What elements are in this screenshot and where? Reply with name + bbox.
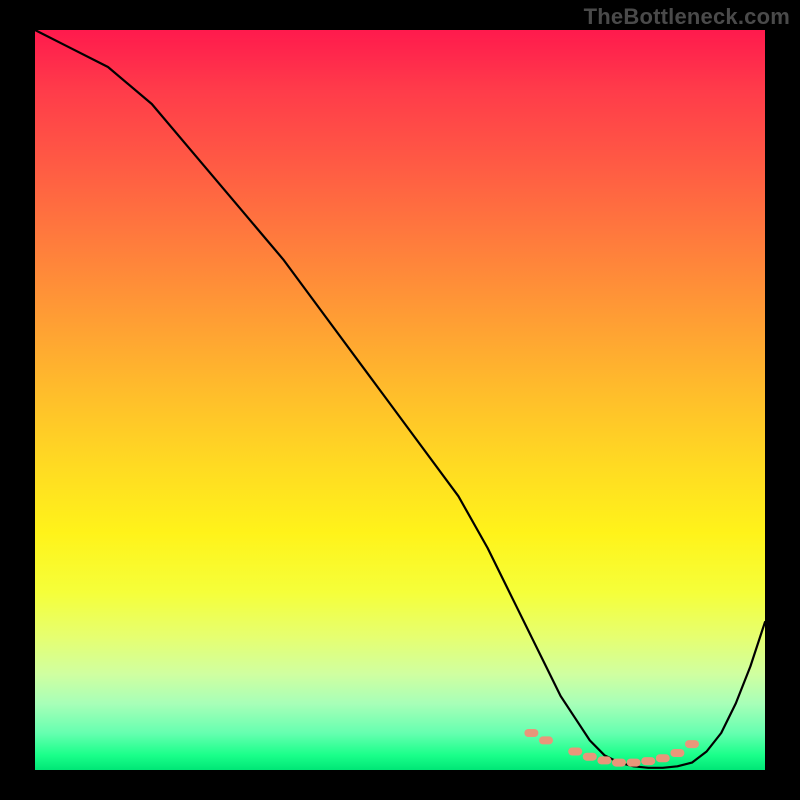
watermark-text: TheBottleneck.com: [584, 4, 790, 30]
highlight-marker: [539, 736, 553, 744]
highlight-marker: [670, 749, 684, 757]
highlight-marker: [656, 754, 670, 762]
curve-svg: [35, 30, 765, 770]
highlight-markers: [524, 729, 699, 767]
plot-area: [35, 30, 765, 770]
highlight-marker: [524, 729, 538, 737]
chart-frame: TheBottleneck.com: [0, 0, 800, 800]
highlight-marker: [641, 757, 655, 765]
bottleneck-curve-path: [35, 30, 765, 768]
highlight-marker: [597, 756, 611, 764]
highlight-marker: [568, 748, 582, 756]
highlight-marker: [685, 740, 699, 748]
highlight-marker: [583, 753, 597, 761]
highlight-marker: [612, 759, 626, 767]
highlight-marker: [627, 759, 641, 767]
